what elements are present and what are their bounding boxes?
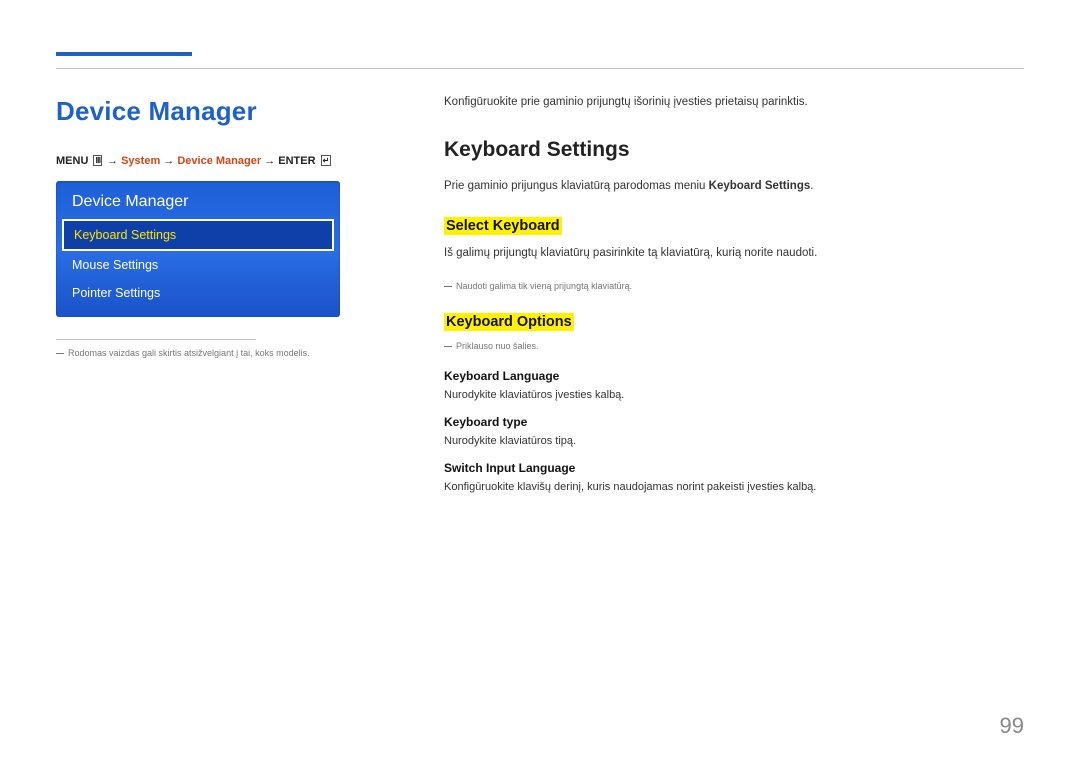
breadcrumb-enter-word: ENTER (278, 155, 315, 167)
subheading-keyboard-options: Keyboard Options (444, 313, 574, 331)
text-bold: Keyboard Settings (709, 180, 811, 192)
dash-icon (444, 286, 452, 287)
footnote-rule (56, 339, 256, 340)
select-keyboard-paragraph: Iš galimų prijungtų klaviatūrų pasirinki… (444, 245, 1024, 262)
keyboard-language-desc: Nurodykite klaviatūros įvesties kalbą. (444, 389, 1024, 401)
text-span: Prie gaminio prijungus klaviatūrą parodo… (444, 180, 709, 192)
switch-input-language-desc: Konfigūruokite klavišų derinį, kuris nau… (444, 481, 1024, 493)
osd-menu-item-mouse-settings[interactable]: Mouse Settings (56, 251, 340, 279)
keyboard-options-note: Priklauso nuo šalies. (444, 341, 1024, 351)
keyboard-settings-paragraph: Prie gaminio prijungus klaviatūrą parodo… (444, 178, 1024, 195)
select-keyboard-note: Naudoti galima tik vieną prijungtą klavi… (444, 281, 1024, 291)
breadcrumb-arrow: → (107, 155, 118, 167)
osd-menu-box: Device Manager Keyboard Settings Mouse S… (56, 181, 340, 317)
text-span: . (810, 180, 813, 192)
note-text: Priklauso nuo šalies. (456, 341, 539, 351)
enter-icon: ↵ (321, 155, 332, 166)
subsub-switch-input-language: Switch Input Language (444, 461, 1024, 475)
osd-menu-title: Device Manager (56, 189, 340, 219)
menu-icon: Ⅲ (93, 155, 102, 166)
top-rule (56, 68, 1024, 69)
section-heading-keyboard-settings: Keyboard Settings (444, 138, 1024, 162)
subheading-select-keyboard: Select Keyboard (444, 217, 562, 235)
subsub-keyboard-type: Keyboard type (444, 415, 1024, 429)
breadcrumb: MENU Ⅲ → System → Device Manager → ENTER… (56, 155, 396, 167)
model-disclaimer: Rodomas vaizdas gali skirtis atsižvelgia… (56, 348, 396, 358)
osd-menu-item-pointer-settings[interactable]: Pointer Settings (56, 279, 340, 307)
breadcrumb-device-manager: Device Manager (177, 155, 261, 167)
note-text: Naudoti galima tik vieną prijungtą klavi… (456, 281, 632, 291)
osd-menu-item-keyboard-settings[interactable]: Keyboard Settings (62, 219, 334, 251)
subsub-keyboard-language: Keyboard Language (444, 369, 1024, 383)
two-column-layout: Device Manager MENU Ⅲ → System → Device … (56, 96, 1024, 507)
lead-paragraph: Konfigūruokite prie gaminio prijungtų iš… (444, 96, 1024, 108)
keyboard-type-desc: Nurodykite klaviatūros tipą. (444, 435, 1024, 447)
manual-page: Device Manager MENU Ⅲ → System → Device … (0, 0, 1080, 763)
breadcrumb-arrow: → (264, 155, 275, 167)
page-title: Device Manager (56, 96, 396, 127)
accent-bar (56, 52, 192, 56)
breadcrumb-menu-word: MENU (56, 155, 88, 167)
breadcrumb-arrow: → (163, 155, 174, 167)
dash-icon (444, 346, 452, 347)
left-column: Device Manager MENU Ⅲ → System → Device … (56, 96, 396, 507)
breadcrumb-system: System (121, 155, 160, 167)
page-number: 99 (1000, 713, 1024, 739)
right-column: Konfigūruokite prie gaminio prijungtų iš… (444, 96, 1024, 507)
model-disclaimer-text: Rodomas vaizdas gali skirtis atsižvelgia… (68, 348, 310, 358)
dash-icon (56, 353, 64, 354)
